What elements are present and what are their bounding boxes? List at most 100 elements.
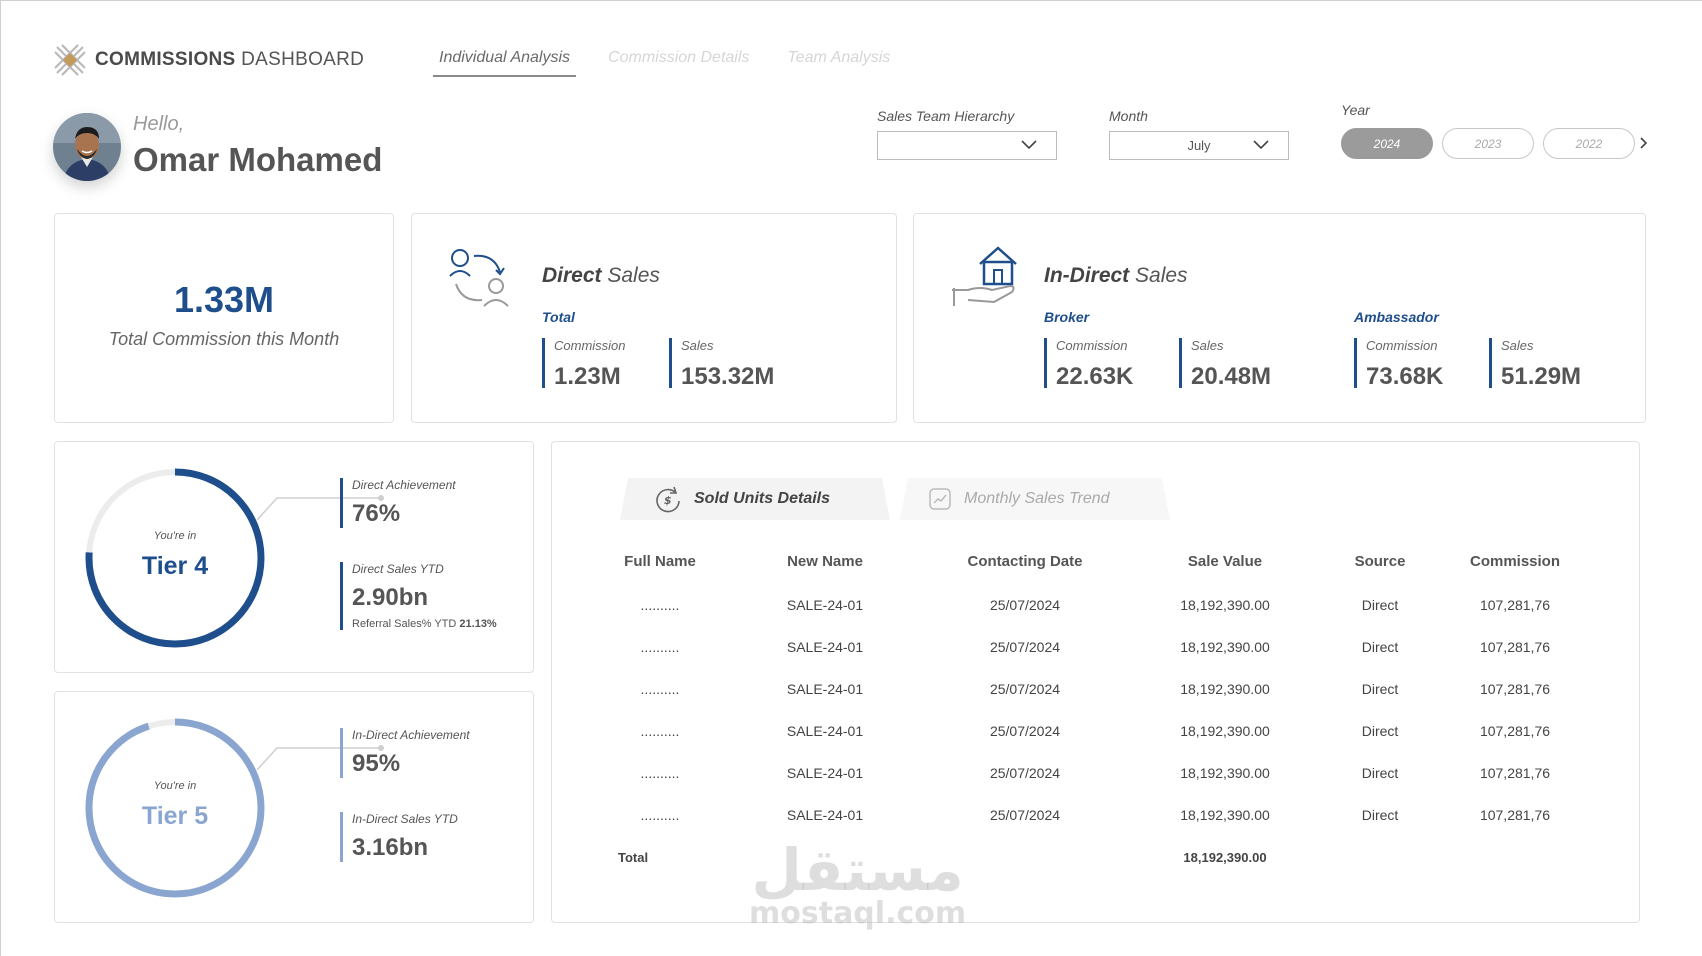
- month-filter-label: Month: [1109, 108, 1148, 124]
- column-header[interactable]: Commission: [1420, 538, 1610, 584]
- tab-team-analysis[interactable]: Team Analysis: [781, 49, 896, 77]
- table-cell: 25/07/2024: [989, 723, 1061, 739]
- indirect-sales-card: In-Direct Sales Broker Commission 22.63K…: [913, 213, 1646, 423]
- table-cell: 25/07/2024: [989, 765, 1061, 781]
- column-header[interactable]: Sale Value: [1110, 538, 1340, 584]
- metric-value: 22.63K: [1056, 363, 1134, 390]
- metric-label: Commission: [1056, 338, 1128, 353]
- table-row[interactable]: .......... SALE-24-01 25/07/2024 18,192,…: [610, 794, 1610, 836]
- direct-sales-metric: Sales 153.32M: [669, 338, 774, 390]
- metric-label: Commission: [554, 338, 626, 353]
- table-row[interactable]: .......... SALE-24-01 25/07/2024 18,192,…: [610, 710, 1610, 752]
- main-tabs: Individual Analysis Commission Details T…: [433, 49, 896, 77]
- table-cell: SALE-24-01: [786, 807, 864, 823]
- column-header[interactable]: Contacting Date: [940, 538, 1110, 584]
- table-cell: Direct: [1361, 639, 1399, 655]
- table-cell: SALE-24-01: [786, 765, 864, 781]
- achievement-label: In-Direct Achievement: [352, 728, 470, 742]
- year-filter-label: Year: [1341, 102, 1370, 118]
- table-cell: Direct: [1361, 765, 1399, 781]
- table-cell: 18,192,390.00: [1180, 765, 1270, 781]
- user-photo: [53, 113, 121, 181]
- direct-commission-metric: Commission 1.23M: [542, 338, 626, 390]
- table-cell: Direct: [1361, 807, 1399, 823]
- table-cell: 18,192,390.00: [1180, 723, 1270, 739]
- indirect-sales-title: In-Direct Sales: [1044, 264, 1188, 287]
- tab-label: Sold Units Details: [694, 490, 831, 507]
- table-cell: 107,281,76: [1479, 807, 1551, 823]
- broker-sales-metric: Sales 20.48M: [1179, 338, 1272, 390]
- indirect-sales-ytd: In-Direct Sales YTD 3.16bn: [340, 812, 458, 862]
- table-cell: 107,281,76: [1479, 681, 1551, 697]
- table-cell: 25/07/2024: [989, 807, 1061, 823]
- year-option-2024[interactable]: 2024: [1341, 128, 1433, 159]
- table-cell: ..........: [640, 639, 680, 655]
- metric-label: Commission: [1366, 338, 1438, 353]
- tab-sold-units-details[interactable]: $ Sold Units Details: [620, 478, 890, 520]
- ambassador-sales-metric: Sales 51.29M: [1489, 338, 1582, 390]
- tab-monthly-sales-trend[interactable]: Monthly Sales Trend: [900, 478, 1170, 520]
- avatar: [53, 113, 121, 181]
- watermark-latin: mostaql.com: [749, 896, 967, 931]
- table-cell: 25/07/2024: [989, 681, 1061, 697]
- table-cell: 107,281,76: [1479, 639, 1551, 655]
- year-option-2023[interactable]: 2023: [1442, 128, 1534, 159]
- month-dropdown[interactable]: July: [1109, 131, 1289, 160]
- year-option-2022[interactable]: 2022: [1543, 128, 1635, 159]
- table-cell: [1420, 836, 1610, 878]
- tab-commission-details[interactable]: Commission Details: [602, 49, 755, 77]
- tab-label: Monthly Sales Trend: [964, 490, 1110, 507]
- table-cell: 18,192,390.00: [1180, 807, 1270, 823]
- table-cell: 25/07/2024: [989, 597, 1061, 613]
- achievement-label: Direct Achievement: [352, 478, 456, 492]
- column-header[interactable]: Source: [1340, 538, 1420, 584]
- direct-sales-icon: [449, 249, 509, 307]
- table-cell: ..........: [640, 597, 680, 613]
- ytd-label: Direct Sales YTD: [352, 562, 444, 576]
- house-hand-icon: [952, 246, 1017, 306]
- table-cell: [1340, 836, 1420, 878]
- broker-commission-metric: Commission 22.63K: [1044, 338, 1134, 390]
- greeting: Hello,: [133, 113, 185, 135]
- table-cell: SALE-24-01: [786, 639, 864, 655]
- metric-value: 20.48M: [1191, 363, 1272, 390]
- metric-label: Sales: [1191, 338, 1224, 353]
- indirect-tier-card: You're in Tier 5 In-Direct Achievement 9…: [54, 691, 534, 923]
- table-cell: 25/07/2024: [989, 639, 1061, 655]
- indirect-achievement: In-Direct Achievement 95%: [340, 728, 470, 778]
- ytd-label: In-Direct Sales YTD: [352, 812, 458, 826]
- user-name: Omar Mohamed: [133, 141, 383, 178]
- dollar-refresh-icon: $: [656, 486, 680, 513]
- table-cell: SALE-24-01: [786, 597, 864, 613]
- table-cell: 107,281,76: [1479, 765, 1551, 781]
- table-cell: SALE-24-01: [786, 681, 864, 697]
- column-header[interactable]: New Name: [710, 538, 940, 584]
- direct-sales-card: Direct Sales Total Commission 1.23M Sale…: [411, 213, 897, 423]
- ytd-value: 2.90bn: [352, 584, 429, 611]
- table-cell: 107,281,76: [1479, 597, 1551, 613]
- achievement-value: 95%: [352, 750, 401, 777]
- table-cell: Direct: [1361, 681, 1399, 697]
- column-header[interactable]: Full Name: [610, 538, 710, 584]
- metric-value: 1.23M: [554, 363, 621, 390]
- hierarchy-dropdown[interactable]: [877, 131, 1057, 160]
- chevron-right-icon[interactable]: [1639, 136, 1649, 150]
- table-row[interactable]: .......... SALE-24-01 25/07/2024 18,192,…: [610, 584, 1610, 626]
- table-row[interactable]: .......... SALE-24-01 25/07/2024 18,192,…: [610, 668, 1610, 710]
- metric-value: 51.29M: [1501, 363, 1582, 390]
- app-logo: COMMISSIONS DASHBOARD: [53, 43, 364, 77]
- table-row[interactable]: .......... SALE-24-01 25/07/2024 18,192,…: [610, 752, 1610, 794]
- table-cell: 18,192,390.00: [1180, 681, 1270, 697]
- trend-chart-icon: [929, 488, 951, 510]
- tier-prefix: You're in: [153, 530, 197, 542]
- tier-prefix: You're in: [153, 780, 197, 792]
- tab-individual-analysis[interactable]: Individual Analysis: [433, 49, 577, 77]
- broker-label: Broker: [1044, 309, 1090, 325]
- direct-tier-card: You're in Tier 4 Direct Achievement 76% …: [54, 441, 534, 673]
- direct-total-label: Total: [542, 309, 575, 325]
- table-cell: 18,192,390.00: [1180, 639, 1270, 655]
- chevron-down-icon: [1253, 140, 1269, 150]
- ambassador-label: Ambassador: [1354, 309, 1439, 325]
- table-cell: ..........: [640, 765, 680, 781]
- table-row[interactable]: .......... SALE-24-01 25/07/2024 18,192,…: [610, 626, 1610, 668]
